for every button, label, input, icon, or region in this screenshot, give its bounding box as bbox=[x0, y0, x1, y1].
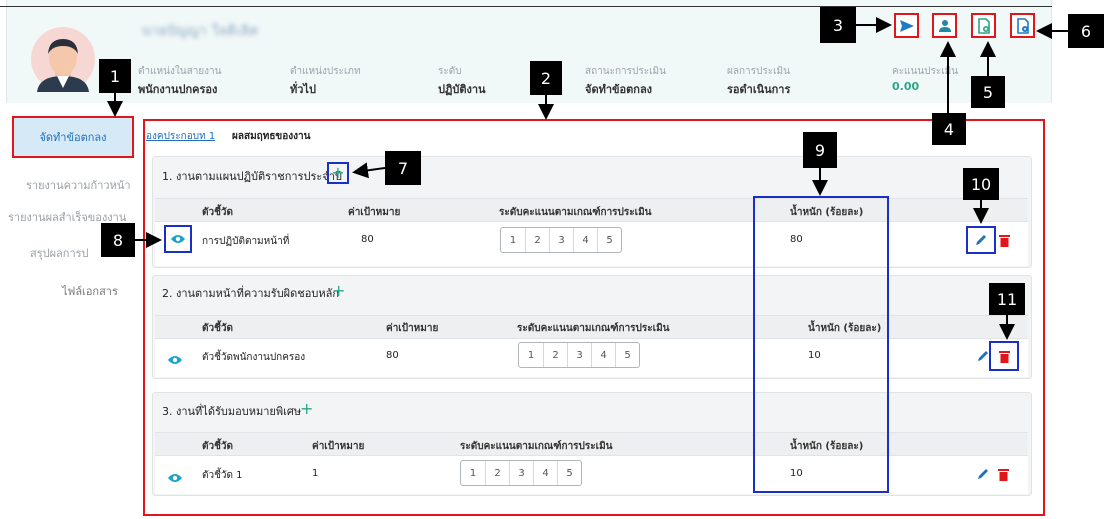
annotation-arrows bbox=[107, 17, 1068, 340]
